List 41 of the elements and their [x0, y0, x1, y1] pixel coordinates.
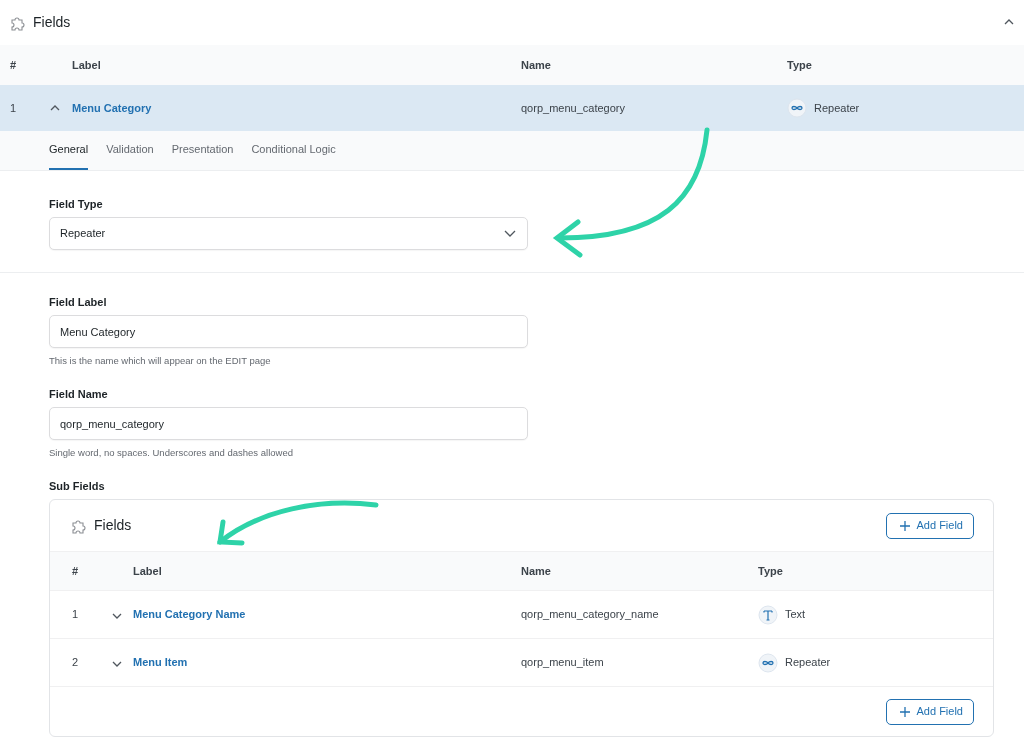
- help-text: This is the name which will appear on the EDIT page: [49, 354, 272, 367]
- card-title: Fields: [94, 516, 132, 535]
- field-label: Field Label: [49, 296, 108, 309]
- input-field[interactable]: qorp_menu_category: [49, 407, 528, 440]
- field-type-text: Repeater: [785, 655, 831, 671]
- field-label: Sub Fields: [49, 480, 106, 493]
- tab[interactable]: Conditional Logic: [242, 131, 345, 170]
- column-header: Label: [133, 563, 163, 579]
- column-header: #: [10, 57, 18, 73]
- field-label-link[interactable]: Menu Category Name: [133, 608, 246, 621]
- field-label: Field Name: [49, 388, 109, 401]
- column-header: Name: [521, 563, 552, 579]
- row-number: 1: [10, 100, 18, 116]
- panel-title: Fields: [33, 13, 71, 32]
- field-type-text: Text: [785, 607, 806, 623]
- column-header: Type: [787, 57, 813, 73]
- table-row[interactable]: 1 Menu Category qorp_menu_category Repeater: [0, 85, 1024, 131]
- field-type-text: Repeater: [814, 100, 860, 116]
- field-label-link[interactable]: Menu Category: [72, 101, 152, 114]
- select-value: Repeater: [60, 226, 106, 242]
- select-field[interactable]: Repeater: [49, 217, 528, 250]
- column-header: Type: [758, 563, 784, 579]
- column-header: #: [72, 563, 80, 579]
- field-name-cell-text: qorp_menu_category_name: [521, 607, 660, 623]
- tab[interactable]: Presentation: [162, 131, 243, 170]
- tab[interactable]: General: [49, 131, 89, 170]
- column-header: Name: [521, 57, 552, 73]
- add-field-button[interactable]: Add Field: [885, 698, 974, 725]
- add-field-button[interactable]: Add Field: [885, 512, 974, 539]
- field-name-cell-text: qorp_menu_category: [521, 100, 626, 116]
- row-number: 1: [72, 607, 80, 623]
- input-field[interactable]: Menu Category: [49, 315, 528, 348]
- field-name-cell-text: qorp_menu_item: [521, 655, 605, 671]
- field-label: Field Type: [49, 198, 104, 211]
- column-header: Label: [72, 57, 102, 73]
- table-row[interactable]: 2 Menu Item qorp_menu_item Repeater: [50, 639, 993, 687]
- tab[interactable]: Validation: [97, 131, 163, 170]
- field-label-link[interactable]: Menu Item: [133, 656, 188, 669]
- table-row[interactable]: 1 Menu Category Name qorp_menu_category_name Text: [50, 591, 993, 639]
- help-text: Single word, no spaces. Underscores and dashes allowed: [49, 446, 294, 459]
- row-number: 2: [72, 655, 80, 671]
